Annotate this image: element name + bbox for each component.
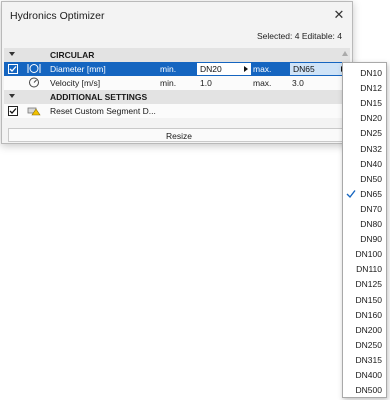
group-header-additional-settings[interactable]: ADDITIONAL SETTINGS: [4, 90, 350, 104]
velocity-min-label: min.: [160, 78, 177, 88]
velocity-max-value[interactable]: 3.0: [292, 78, 304, 88]
dn-dropdown-list[interactable]: DN10 DN12 DN15 DN20 DN25 DN32 DN40 DN50 DN65 DN70…: [342, 62, 387, 398]
hydronics-optimizer-window: Hydronics Optimizer ✕ Selected: 4 Editab…: [1, 1, 353, 144]
gauge-icon: [27, 77, 41, 88]
row-velocity[interactable]: Velocity [m/s] min. 1.0 max. 3.0: [4, 76, 350, 90]
diameter-min-dropdown[interactable]: DN20: [197, 63, 251, 75]
diameter-max-dropdown[interactable]: DN65: [290, 63, 348, 75]
diameter-checkbox[interactable]: [8, 64, 18, 74]
diameter-min-label: min.: [160, 64, 177, 74]
row-diameter[interactable]: Diameter [mm] min. DN20 max. DN65: [4, 62, 350, 76]
group-label-additional: ADDITIONAL SETTINGS: [50, 92, 148, 102]
dropdown-arrow-icon: [244, 66, 248, 72]
group-header-circular[interactable]: CIRCULAR: [4, 48, 350, 62]
settings-grid: CIRCULAR Diameter [mm] min. DN20 max. DN…: [4, 48, 350, 118]
diameter-max-value: DN65: [293, 64, 315, 74]
reset-checkbox[interactable]: [8, 106, 18, 116]
reset-custom-segment-label: Reset Custom Segment D...: [50, 106, 156, 116]
dropdown-option[interactable]: DN500: [343, 382, 386, 399]
close-icon[interactable]: ✕: [332, 8, 346, 22]
row-reset-custom-segment[interactable]: Reset Custom Segment D...: [4, 104, 350, 118]
checkmark-icon: [346, 189, 356, 198]
diameter-min-value: DN20: [200, 64, 222, 74]
segment-warning-icon: [27, 105, 41, 116]
collapse-triangle-icon[interactable]: [9, 52, 15, 56]
scroll-up-arrow-icon[interactable]: [342, 51, 348, 56]
velocity-min-value[interactable]: 1.0: [200, 78, 212, 88]
velocity-label: Velocity [m/s]: [50, 78, 101, 88]
diameter-icon: [27, 63, 41, 74]
diameter-label: Diameter [mm]: [50, 64, 106, 74]
title-bar: Hydronics Optimizer ✕: [2, 2, 352, 29]
resize-label: Resize: [166, 131, 192, 141]
group-label-circular: CIRCULAR: [50, 50, 95, 60]
diameter-max-label: max.: [253, 64, 272, 74]
resize-button[interactable]: Resize: [8, 128, 350, 142]
window-title: Hydronics Optimizer: [10, 10, 105, 22]
collapse-triangle-icon[interactable]: [9, 94, 15, 98]
selection-info: Selected: 4 Editable: 4: [256, 31, 342, 41]
velocity-max-label: max.: [253, 78, 272, 88]
